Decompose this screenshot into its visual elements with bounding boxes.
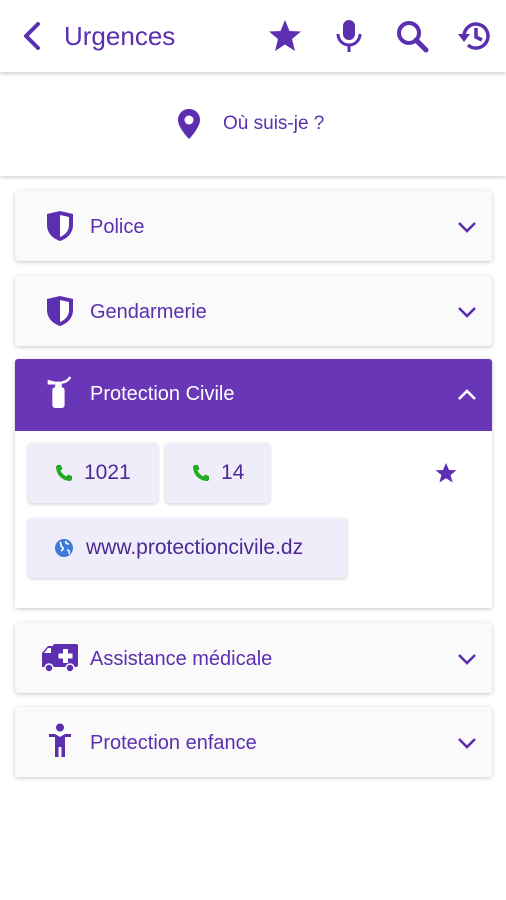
section-label: Protection enfance	[90, 732, 257, 754]
section-label: Gendarmerie	[90, 301, 207, 323]
history-icon[interactable]	[456, 18, 492, 54]
website-chip[interactable]: www.protectioncivile.dz	[28, 518, 347, 578]
chevron-down-icon	[458, 307, 476, 318]
section-label: Protection Civile	[90, 383, 235, 405]
phone-chip-14[interactable]: 14	[165, 443, 270, 503]
website-url: www.protectioncivile.dz	[86, 536, 304, 559]
section-enfance-header[interactable]: Protection enfance	[15, 707, 492, 777]
app-bar: Urgences	[0, 0, 506, 72]
globe-icon	[55, 539, 73, 557]
section-police-header[interactable]: Police	[15, 191, 492, 261]
section-police: Police	[15, 191, 492, 261]
favorite-star-icon[interactable]	[434, 461, 458, 485]
section-gendarmerie-header[interactable]: Gendarmerie	[15, 276, 492, 346]
fire-extinguisher-icon	[47, 376, 72, 408]
shield-icon	[47, 296, 73, 326]
phone-number: 1021	[84, 461, 131, 484]
phone-chip-1021[interactable]: 1021	[28, 443, 158, 503]
section-protection-enfance: Protection enfance	[15, 707, 492, 777]
search-icon[interactable]	[394, 18, 430, 54]
star-icon[interactable]	[267, 18, 303, 54]
shield-icon	[47, 211, 73, 241]
microphone-icon[interactable]	[331, 18, 367, 54]
phone-icon	[56, 465, 72, 481]
section-protection-civile-content: 1021 14 www.protectioncivile.dz	[15, 431, 492, 608]
section-protection-civile-header[interactable]: Protection Civile	[15, 359, 492, 431]
phone-number: 14	[221, 461, 245, 484]
phone-icon	[193, 465, 209, 481]
where-am-i-button[interactable]: Où suis-je ?	[177, 108, 324, 140]
back-arrow-icon[interactable]	[16, 20, 48, 52]
chevron-down-icon	[458, 654, 476, 665]
ambulance-icon	[42, 644, 78, 673]
section-assistance-header[interactable]: Assistance médicale	[15, 623, 492, 693]
page-title: Urgences	[64, 21, 176, 51]
location-pin-icon	[178, 109, 200, 139]
section-label: Assistance médicale	[90, 648, 273, 670]
child-icon	[49, 723, 71, 757]
section-assistance-medicale: Assistance médicale	[15, 623, 492, 693]
chevron-up-icon	[458, 389, 476, 400]
section-label: Police	[90, 216, 145, 238]
where-am-i-label: Où suis-je ?	[223, 113, 325, 134]
section-gendarmerie: Gendarmerie	[15, 276, 492, 346]
chevron-down-icon	[458, 222, 476, 233]
section-protection-civile: Protection Civile 1021 14 www.protection…	[15, 359, 492, 608]
chevron-down-icon	[458, 738, 476, 749]
